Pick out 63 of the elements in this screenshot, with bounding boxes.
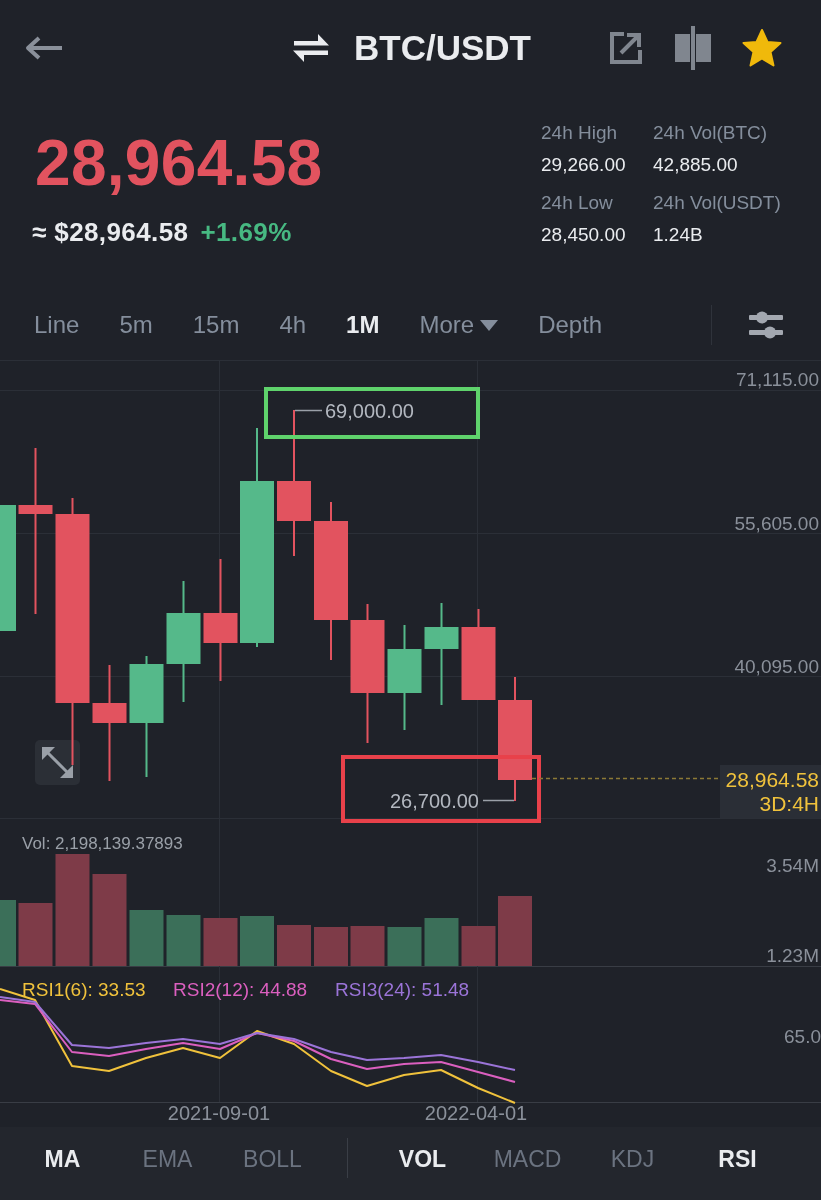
interval-tab[interactable]: 1M [346,313,380,337]
candlestick-icon[interactable] [675,25,711,70]
indicator-tab[interactable]: BOLL [220,1144,325,1174]
interval-tag-label: 3D:4H [759,792,819,815]
price-change: +1.69% [200,219,292,245]
volume-bar [314,927,348,966]
volume-bar [129,910,164,966]
volume-bar [18,903,53,966]
volume-bar [0,900,16,966]
caret-icon [480,319,499,331]
star-icon[interactable] [742,28,782,67]
rsi-legend-label: RSI3(24): 51.48 [335,979,470,1000]
back-arrow-icon[interactable] [25,35,63,60]
rsi-axis-label: 65.0 [784,1026,821,1047]
volume-bar [498,896,532,966]
stat-label: 24h Low [541,193,614,212]
stat-value: 1.24B [653,225,704,244]
rsi-legend-label: RSI1(6): 33.53 [22,979,146,1000]
interval-tab[interactable]: Line [34,313,80,337]
indicator-tab[interactable]: MA [10,1144,115,1174]
stat-value: 28,450.00 [541,225,627,244]
volume-label: Vol: 2,198,139.37893 [22,834,183,853]
fiat-price: ≈ $28,964.58 [32,219,189,245]
interval-tab[interactable]: Depth [538,313,603,337]
volume-bar [461,926,496,966]
indicator-tab[interactable]: KDJ [580,1144,685,1174]
indicator-tab[interactable]: EMA [115,1144,220,1174]
stat-value: 29,266.00 [541,155,627,174]
price-axis-label: 71,115.00 [735,369,819,390]
volume-bar [166,915,201,966]
high-price-label: 69,000.00 [325,400,414,422]
volume-bar [350,926,385,966]
leader-line [294,409,323,412]
expand-icon[interactable] [35,740,80,785]
stat-label: 24h High [541,123,619,142]
volume-bar [424,918,459,966]
stat-value: 42,885.00 [653,155,739,174]
interval-tab[interactable]: 5m [119,313,153,337]
last-price-tag-label: 28,964.58 [725,768,819,791]
share-icon[interactable] [608,29,644,66]
leader-line [482,799,515,802]
stat-label: 24h Vol(USDT) [653,193,782,212]
indicator-tab[interactable]: VOL [370,1144,475,1174]
volume-axis-label: 1.23M [766,945,819,966]
interval-tab[interactable]: 4h [279,313,307,337]
low-price-label: 26,700.00 [390,790,479,812]
date-label: 2021-09-01 [167,1102,271,1124]
indicator-tab[interactable]: RSI [685,1144,790,1174]
volume-axis-label: 3.54M [766,855,819,876]
stat-label: 24h Vol(BTC) [653,123,769,142]
volume-bar [277,925,311,966]
indicator-tab[interactable]: MACD [475,1144,580,1174]
volume-bar [203,918,238,966]
last-price: 28,964.58 [35,131,323,195]
pair-title: BTC/USDT [354,30,531,65]
interval-tab[interactable]: More [419,313,499,337]
interval-tab[interactable]: 15m [192,313,240,337]
rsi-legend-label: RSI2(12): 44.88 [173,979,308,1000]
price-axis-label: 55,605.00 [734,513,819,534]
volume-bar [387,927,422,966]
volume-bar [240,916,274,966]
price-axis-label: 40,095.00 [734,656,819,677]
date-label: 2022-04-01 [424,1102,528,1124]
